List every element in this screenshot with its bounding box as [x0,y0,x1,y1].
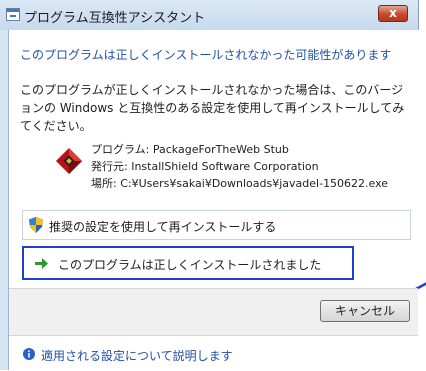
installed-correctly-option[interactable]: このプログラムは正しくインストールされました [22,246,354,280]
green-arrow-icon [35,258,48,269]
help-area: 適用される設定について説明します [9,335,418,371]
program-info: プログラム: PackageForTheWeb Stub 発行元: Instal… [91,141,388,192]
reinstall-option-label: 推奨の設定を使用して再インストールする [49,220,277,234]
installshield-app-icon [56,148,82,174]
close-button[interactable]: x [378,5,408,22]
title-bar[interactable]: プログラム互換性アシスタント x [0,0,418,30]
description-text: このプログラムが正しくインストールされなかった場合は、このバージョンの Wind… [20,83,405,133]
info-icon [23,348,35,360]
installed-option-label: このプログラムは正しくインストールされました [58,258,322,272]
window-title: プログラム互換性アシスタント [24,11,206,26]
publisher: 発行元: InstallShield Software Corporation [91,160,319,173]
settings-explanation-link[interactable]: 適用される設定について説明します [41,347,233,364]
reinstall-recommended-option[interactable]: 推奨の設定を使用して再インストールする [22,210,411,240]
cancel-button[interactable]: キャンセル [320,300,410,322]
button-area: キャンセル [9,288,418,335]
uac-shield-icon [29,217,43,233]
program-name: プログラム: PackageForTheWeb Stub [91,143,289,156]
compatibility-assistant-window: プログラム互換性アシスタント x このプログラムは正しくインストールされなかった… [0,0,426,371]
file-location: 場所: C:¥Users¥sakai¥Downloads¥javadel-150… [91,177,389,190]
main-heading: このプログラムは正しくインストールされなかった可能性があります [20,48,392,62]
window-icon [6,8,20,21]
